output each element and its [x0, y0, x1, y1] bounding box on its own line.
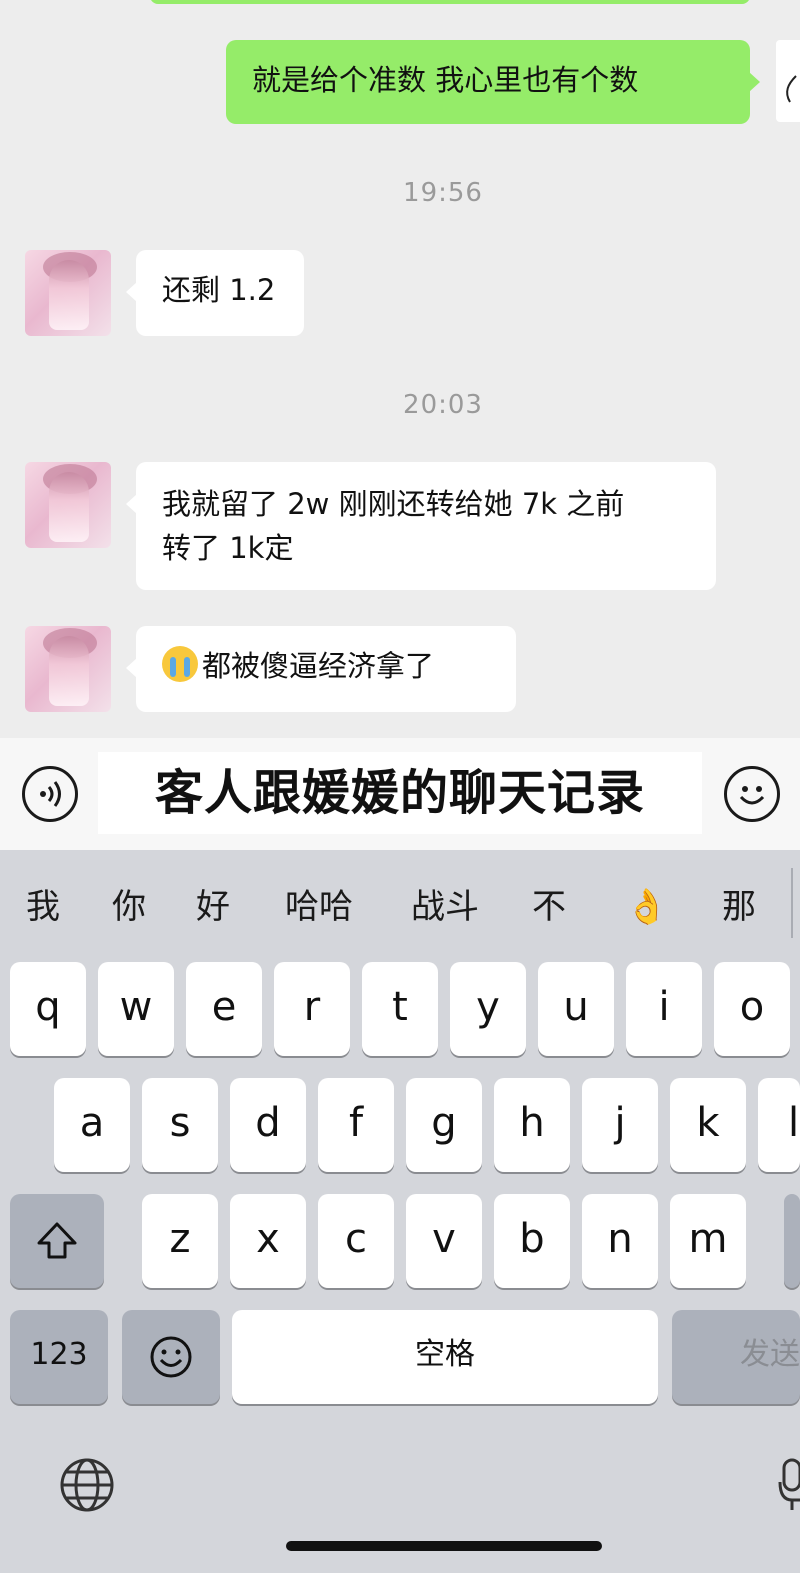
key-v[interactable]: v: [406, 1194, 482, 1288]
timestamp: 20:03: [403, 390, 483, 420]
key-i[interactable]: i: [626, 962, 702, 1056]
shift-arrow-icon: [37, 1222, 77, 1259]
candidate-word[interactable]: 战斗: [402, 880, 488, 934]
home-indicator[interactable]: [286, 1541, 602, 1551]
key-k[interactable]: k: [670, 1078, 746, 1172]
caption-overlay: 客人跟媛媛的聊天记录: [154, 765, 645, 821]
numbers-key[interactable]: 123: [10, 1310, 108, 1404]
message-text: 都被傻逼经济拿了: [202, 649, 435, 683]
key-o[interactable]: o: [714, 962, 790, 1056]
candidate-word[interactable]: 不: [526, 880, 572, 934]
candidate-word[interactable]: 我: [20, 880, 66, 934]
key-w[interactable]: w: [98, 962, 174, 1056]
contact-avatar[interactable]: [25, 626, 111, 712]
crying-face-icon: [162, 646, 198, 682]
avatar-sketch-icon: [786, 75, 797, 103]
message-text: 就是给个准数 我心里也有个数: [252, 63, 639, 97]
message-bubble-received[interactable]: 还剩 1.2: [126, 250, 304, 336]
key-r[interactable]: r: [274, 962, 350, 1056]
send-key[interactable]: 发送: [672, 1310, 800, 1404]
key-b[interactable]: b: [494, 1194, 570, 1288]
backspace-key[interactable]: [784, 1194, 800, 1288]
emoji-keyboard-key[interactable]: [122, 1310, 220, 1404]
key-l[interactable]: l: [758, 1078, 800, 1172]
candidate-word[interactable]: 哈哈: [276, 880, 362, 934]
candidate-divider: [791, 868, 793, 938]
voice-input-button[interactable]: [22, 766, 78, 822]
candidate-ok-hand-emoji[interactable]: 👌: [624, 880, 670, 934]
message-bubble-received[interactable]: 都被傻逼经济拿了: [126, 626, 516, 712]
key-x[interactable]: x: [230, 1194, 306, 1288]
key-d[interactable]: d: [230, 1078, 306, 1172]
key-g[interactable]: g: [406, 1078, 482, 1172]
message-text-line: 转了 1k定: [162, 531, 294, 565]
key-n[interactable]: n: [582, 1194, 658, 1288]
voice-wave-icon: [40, 781, 61, 807]
candidate-word[interactable]: 那: [716, 880, 762, 934]
space-key[interactable]: 空格: [232, 1310, 658, 1404]
my-avatar[interactable]: [776, 40, 800, 122]
key-t[interactable]: t: [362, 962, 438, 1056]
previous-message-bubble[interactable]: [150, 0, 750, 4]
microphone-icon[interactable]: [778, 1456, 800, 1518]
key-q[interactable]: q: [10, 962, 86, 1056]
key-f[interactable]: f: [318, 1078, 394, 1172]
message-text: 还剩 1.2: [162, 273, 276, 307]
contact-avatar[interactable]: [25, 462, 111, 548]
key-z[interactable]: z: [142, 1194, 218, 1288]
emoji-button[interactable]: [724, 766, 780, 822]
key-y[interactable]: y: [450, 962, 526, 1056]
key-j[interactable]: j: [582, 1078, 658, 1172]
message-bubble-received[interactable]: 我就留了 2w 刚刚还转给她 7k 之前 转了 1k定: [126, 462, 716, 590]
key-e[interactable]: e: [186, 962, 262, 1056]
message-bubble-sent[interactable]: 就是给个准数 我心里也有个数: [226, 40, 760, 124]
key-h[interactable]: h: [494, 1078, 570, 1172]
message-text-line: 我就留了 2w 刚刚还转给她 7k 之前: [162, 487, 625, 521]
globe-language-icon[interactable]: [58, 1456, 116, 1518]
key-c[interactable]: c: [318, 1194, 394, 1288]
key-m[interactable]: m: [670, 1194, 746, 1288]
key-u[interactable]: u: [538, 962, 614, 1056]
contact-avatar[interactable]: [25, 250, 111, 336]
smiley-icon: [150, 1336, 192, 1378]
chat-area: 就是给个准数 我心里也有个数 19:56 还剩 1.2 20:03 我就留了 2…: [0, 0, 800, 738]
smiley-icon: [739, 786, 765, 805]
key-s[interactable]: s: [142, 1078, 218, 1172]
candidate-word[interactable]: 好: [190, 880, 236, 934]
key-a[interactable]: a: [54, 1078, 130, 1172]
shift-key[interactable]: [10, 1194, 104, 1288]
timestamp: 19:56: [403, 178, 483, 208]
candidate-word[interactable]: 你: [106, 880, 152, 934]
